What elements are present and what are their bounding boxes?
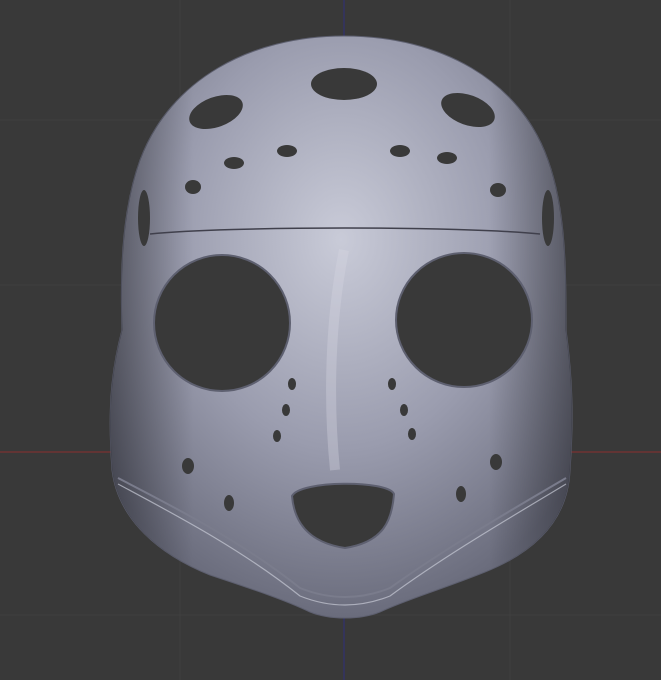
right-temple-slot <box>542 190 554 246</box>
top-vent-center <box>311 68 377 100</box>
right-eye-hole <box>395 252 533 388</box>
mask-model[interactable] <box>109 35 573 619</box>
3d-viewport[interactable] <box>0 0 661 680</box>
left-eye-hole <box>153 254 291 392</box>
left-temple-slot <box>138 190 150 246</box>
viewport-canvas[interactable] <box>0 0 661 680</box>
